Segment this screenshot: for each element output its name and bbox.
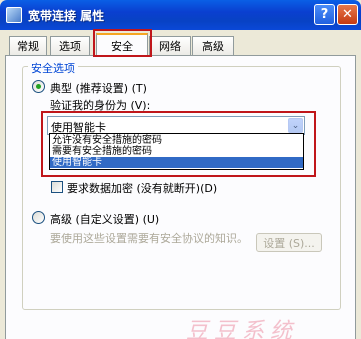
title-bar: 宽带连接 属性 ? ✕ bbox=[0, 0, 361, 30]
verify-label: 验证我的身份为 (V): bbox=[50, 99, 151, 112]
tab-options[interactable]: 选项 bbox=[50, 36, 90, 55]
typical-label: 典型 (推荐设置) (T) bbox=[50, 82, 147, 95]
settings-button[interactable]: 设置 (S)... bbox=[256, 233, 322, 252]
advanced-label: 高级 (自定义设置) (U) bbox=[50, 213, 160, 226]
close-button[interactable]: ✕ bbox=[337, 4, 358, 25]
typical-radio[interactable] bbox=[32, 80, 45, 93]
encrypt-checkbox[interactable] bbox=[51, 181, 63, 193]
dropdown-option-selected[interactable]: 使用智能卡 bbox=[50, 157, 303, 168]
group-label: 安全选项 bbox=[28, 60, 78, 76]
help-button[interactable]: ? bbox=[314, 4, 335, 25]
tab-general[interactable]: 常规 bbox=[9, 36, 47, 55]
window-title: 宽带连接 属性 bbox=[28, 9, 105, 23]
advanced-description: 要使用这些设置需要有安全协议的知识。 bbox=[50, 232, 248, 245]
encrypt-label: 要求数据加密 (没有就断开)(D) bbox=[67, 182, 218, 195]
tab-strip: 常规 选项 安全 网络 高级 bbox=[0, 33, 361, 56]
advanced-radio[interactable] bbox=[32, 211, 45, 224]
tab-security[interactable]: 安全 bbox=[96, 33, 148, 56]
watermark: 豆豆系统 bbox=[186, 319, 299, 339]
tab-network[interactable]: 网络 bbox=[149, 36, 191, 55]
network-connection-icon bbox=[6, 7, 22, 23]
dropdown-option[interactable]: 需要有安全措施的密码 bbox=[50, 146, 303, 157]
dropdown-list: 允许没有安全措施的密码 需要有安全措施的密码 使用智能卡 bbox=[49, 133, 304, 170]
dropdown-option[interactable]: 允许没有安全措施的密码 bbox=[50, 135, 303, 146]
chevron-down-icon[interactable]: ⌄ bbox=[288, 118, 303, 133]
tab-advanced[interactable]: 高级 bbox=[192, 36, 234, 55]
